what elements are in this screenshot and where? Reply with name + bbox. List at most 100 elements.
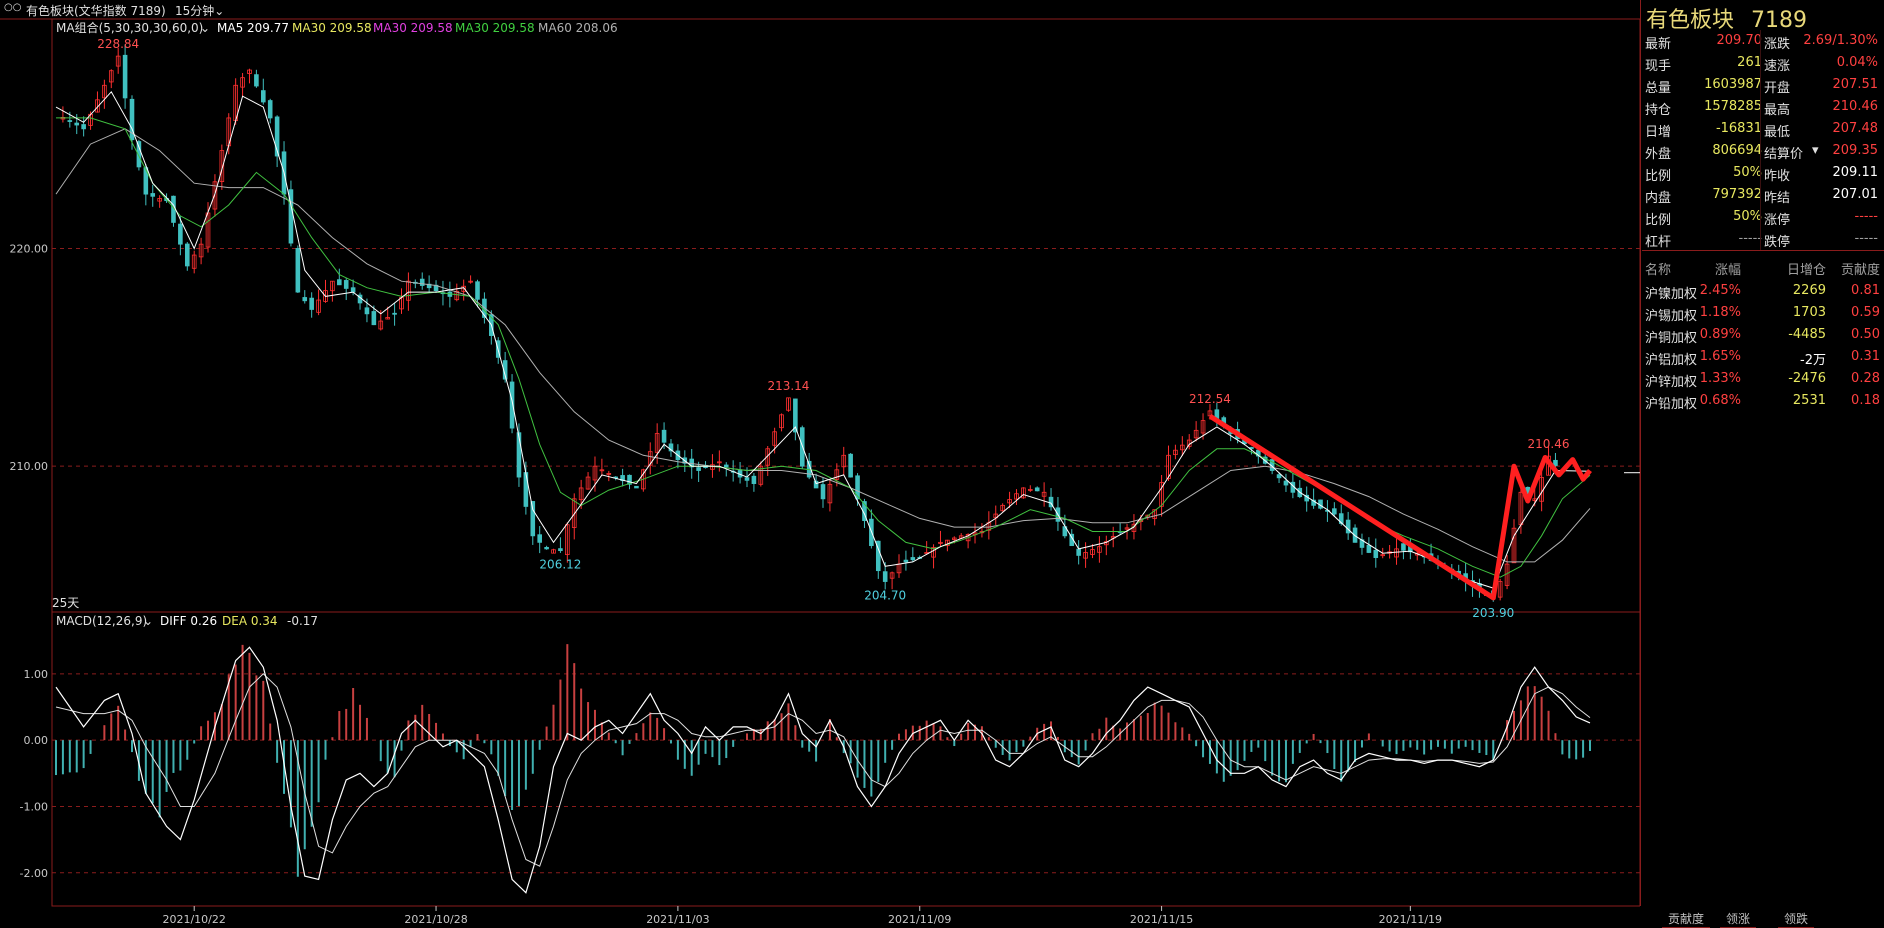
sector-cell: 0.89% [1699,327,1741,342]
macd-label[interactable]: MACD(12,26,9) [56,614,147,628]
quote-label: 日增 [1645,125,1672,140]
sector-cell: 0.68% [1699,393,1741,408]
sector-cell: -2476 [1788,371,1826,386]
price-label: 228.84 [97,37,139,51]
candle-body [848,453,853,478]
candle-body [696,467,701,471]
candle-body [178,223,183,245]
candle-body [267,100,273,119]
candle-body [820,484,826,500]
candle-body [530,501,536,537]
tab-0[interactable]: 贡献度 [1662,910,1711,928]
ma5-value: MA5 209.77 [217,21,289,35]
quote-value: ----- [1854,231,1878,246]
sector-cell: 沪铝加权 [1645,353,1698,368]
caret-down-icon[interactable]: ▾ [1812,143,1819,158]
candle-body [343,280,349,289]
sector-header: 名称 涨幅 日增仓 贡献度 [1642,256,1884,278]
quote-value: ----- [1738,231,1762,246]
x-tick-label: 2021/11/03 [646,913,709,926]
sector-cell: 0.50 [1851,327,1880,342]
price-label: 212.54 [1189,392,1231,406]
ma30b-value: MA30 209.58 [373,21,453,35]
quote-label: 杠杆 [1645,235,1672,250]
sector-cell: 0.59 [1851,305,1880,320]
sector-row[interactable]: 沪镍加权 2.45% 2269 0.81 [1642,280,1884,302]
y-axis-ticks: 220.00 210.00 1.00 0.00 -1.00 -2.00 [10,243,49,880]
macd-tick-label: 1.00 [24,668,49,681]
candle-body [558,548,563,552]
candle-body [903,559,909,563]
macd-chevron-icon[interactable]: ⌄ [143,614,153,628]
sector-row[interactable]: 沪锌加权 1.33% -2476 0.28 [1642,368,1884,390]
chart-frame [0,18,1640,907]
sector-cell: 沪铜加权 [1645,331,1698,346]
price-label: 203.90 [1472,606,1514,620]
price-label: 204.70 [864,589,906,603]
candle-body [1076,548,1081,556]
candle-body [350,287,356,293]
days-label: 25天 [52,596,79,610]
tab-1[interactable]: 领涨 [1720,910,1757,928]
candle-body [1283,480,1289,486]
candle-body [309,297,314,310]
sector-cell: 1.18% [1699,305,1741,320]
tab-2[interactable]: 领跌 [1778,910,1815,928]
candle-body [295,248,301,293]
sector-column-header: 日增仓 [1786,263,1826,278]
panel-divider [1760,30,1761,250]
x-tick-label: 2021/11/15 [1130,913,1193,926]
quote-value: 207.01 [1832,187,1879,202]
candle-body [751,475,757,484]
candle-body [74,122,80,126]
candle-body [910,557,916,561]
quote-row: 外盘 806694 结算价 209.35 ▾ [1642,140,1884,162]
macd-tick-label: -1.00 [20,800,48,813]
candlestick-series [60,44,1558,602]
quote-value: 50% [1733,165,1762,180]
quote-value: 2.69/1.30% [1803,33,1878,48]
sector-row[interactable]: 沪铝加权 1.65% -2万 0.31 [1642,346,1884,368]
candle-body [475,281,480,300]
quote-value: 210.46 [1832,99,1879,114]
quote-value: 0.04% [1836,55,1878,70]
sector-row[interactable]: 沪锡加权 1.18% 1703 0.59 [1642,302,1884,324]
sector-cell: 2.45% [1699,283,1741,298]
quote-label: 现手 [1645,59,1672,74]
quote-value: -16831 [1715,121,1762,136]
quote-label: 内盘 [1645,191,1672,206]
quote-label: 总量 [1645,81,1672,96]
candle-body [537,534,542,543]
candle-body [337,279,342,286]
quote-panel: 有色板块 7189 最新 209.70 涨跌 2.69/1.30% 现手 261 速涨 0.0… [1640,0,1884,928]
quote-label: 开盘 [1764,81,1791,96]
sector-cell: 0.28 [1851,371,1880,386]
sector-cell: 沪镍加权 [1645,287,1698,302]
quote-row: 持仓 1578285 最高 210.46 [1642,96,1884,118]
price-chart[interactable]: 228.84 206.12 213.14 204.70 212.54 203.90 210.… [0,0,1640,928]
candle-body [723,464,729,468]
quote-label: 持仓 [1645,103,1672,118]
candle-body [1401,543,1406,551]
macd-histogram [55,644,1591,877]
macd-value: -0.17 [287,614,318,628]
price-label: 210.46 [1528,437,1570,451]
candle-body [1553,459,1558,466]
sector-cell: 沪锡加权 [1645,309,1698,324]
sector-cell: -2万 [1800,353,1826,368]
ma30c-value: MA30 209.58 [455,21,535,35]
quote-row: 比例 50% 昨收 209.11 [1642,162,1884,184]
quote-value: 50% [1733,209,1762,224]
ma-label[interactable]: MA组合(5,30,30,30,60,0) [56,20,203,35]
sector-row[interactable]: 沪铜加权 0.89% -4485 0.50 [1642,324,1884,346]
candle-body [302,297,308,302]
quote-value: 1578285 [1704,99,1762,114]
quote-row: 内盘 797392 昨结 207.01 [1642,184,1884,206]
quote-value: 261 [1737,55,1762,70]
quote-label: 跌停 [1764,235,1791,250]
sector-cell: 0.81 [1851,283,1880,298]
quote-value: 207.51 [1832,77,1879,92]
sector-cell: -4485 [1788,327,1826,342]
sector-row[interactable]: 沪铅加权 0.68% 2531 0.18 [1642,390,1884,412]
ma-chevron-icon[interactable]: ⌄ [200,21,210,35]
